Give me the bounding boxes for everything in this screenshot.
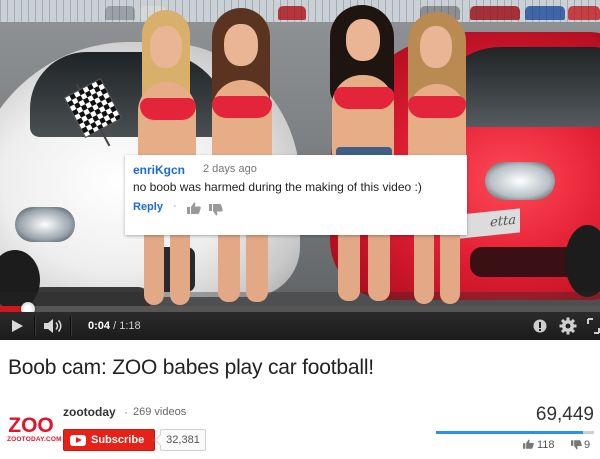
- red-car-intake: [470, 247, 580, 277]
- channel-separator: ·: [124, 405, 128, 419]
- volume-icon[interactable]: [36, 312, 68, 340]
- comment-separator: ·: [173, 200, 177, 212]
- channel-name[interactable]: zootoday: [63, 405, 116, 419]
- person-bikini: [408, 96, 466, 118]
- timecode: 0:04 / 1:18: [88, 320, 141, 332]
- like-dislike-bar: [436, 431, 594, 434]
- dislike-button[interactable]: 9: [571, 439, 590, 451]
- comment-timestamp[interactable]: 2 days ago: [203, 163, 257, 175]
- background-fence: [0, 0, 600, 24]
- subscribe-button[interactable]: Subscribe: [63, 429, 155, 451]
- comment-reply-button[interactable]: Reply: [133, 201, 163, 213]
- person-face: [346, 19, 380, 61]
- view-count: 69,449: [535, 404, 594, 425]
- like-count: 118: [537, 439, 555, 451]
- video-title: Boob cam: ZOO babes play car football!: [8, 356, 374, 379]
- video-player[interactable]: etta enriKgcn 2 days ago no boob was har…: [0, 0, 600, 340]
- play-icon[interactable]: [0, 312, 34, 340]
- gear-icon[interactable]: [559, 317, 577, 335]
- thumbs-down-icon: [571, 440, 582, 450]
- person-face: [150, 26, 182, 68]
- channel-logo-text: ZOO: [8, 414, 54, 437]
- person-bikini: [140, 98, 196, 120]
- person-face: [224, 24, 258, 66]
- red-car-headlight: [485, 162, 555, 200]
- comment-author[interactable]: enriKgcn: [133, 163, 185, 177]
- comment-text: no boob was harmed during the making of …: [133, 180, 422, 194]
- person-bikini: [212, 96, 272, 118]
- channel-logo-subtext: ZOOTODAY.COM: [7, 436, 62, 443]
- person-bikini: [334, 87, 394, 109]
- like-ratio-fill: [436, 431, 583, 434]
- controls-divider: [70, 316, 72, 336]
- channel-video-count[interactable]: 269 videos: [133, 406, 186, 418]
- white-car-headlight: [15, 207, 75, 242]
- comment-card: enriKgcn 2 days ago no boob was harmed d…: [125, 155, 467, 235]
- youtube-play-icon: [70, 435, 86, 446]
- expand-icon[interactable]: [587, 318, 600, 334]
- duration: 1:18: [119, 320, 141, 332]
- person-face: [420, 26, 452, 68]
- like-button[interactable]: 118: [523, 439, 555, 451]
- thumbs-up-icon[interactable]: [187, 202, 201, 214]
- captions-icon[interactable]: [533, 319, 547, 333]
- subscriber-count: 32,381: [160, 429, 206, 451]
- dislike-count: 9: [584, 439, 591, 451]
- channel-logo[interactable]: ZOO ZOOTODAY.COM: [7, 414, 62, 448]
- time-separator: /: [113, 320, 117, 332]
- thumbs-up-icon: [523, 439, 534, 449]
- subscribe-label: Subscribe: [91, 434, 145, 446]
- current-time: 0:04: [88, 320, 111, 332]
- player-controls: 0:04 / 1:18: [0, 312, 600, 340]
- thumbs-down-icon[interactable]: [209, 204, 223, 216]
